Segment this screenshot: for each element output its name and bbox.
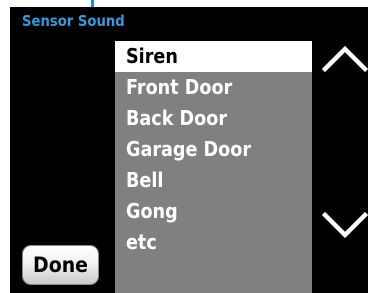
scroll-down-button[interactable]	[322, 210, 368, 240]
list-item-gong[interactable]: Gong	[115, 196, 312, 227]
list-item-bell[interactable]: Bell	[115, 165, 312, 196]
chevron-up-icon	[322, 45, 368, 73]
device-panel: Sensor Sound Siren Front Door Back Door …	[10, 7, 368, 293]
list-item-siren[interactable]: Siren	[115, 41, 312, 72]
scroll-up-button[interactable]	[322, 43, 368, 73]
list-item-etc[interactable]: etc	[115, 227, 312, 258]
top-indicator	[91, 0, 94, 7]
chevron-down-icon	[322, 211, 368, 239]
list-item-garage-door[interactable]: Garage Door	[115, 134, 312, 165]
sound-list[interactable]: Siren Front Door Back Door Garage Door B…	[115, 41, 312, 293]
page-title: Sensor Sound	[22, 12, 125, 30]
sensor-sound-screen: Sensor Sound Siren Front Door Back Door …	[0, 0, 375, 293]
list-item-back-door[interactable]: Back Door	[115, 103, 312, 134]
list-item-front-door[interactable]: Front Door	[115, 72, 312, 103]
done-button[interactable]: Done	[22, 245, 99, 285]
